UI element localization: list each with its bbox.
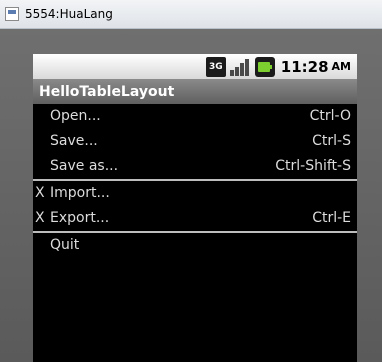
- window-title: 5554:HuaLang: [25, 7, 113, 21]
- menu-row-import[interactable]: X Import...: [33, 181, 357, 206]
- clock-time: 11:28: [280, 57, 329, 76]
- menu-row-export[interactable]: X Export... Ctrl-E: [33, 206, 357, 231]
- row-label: Import...: [50, 185, 110, 201]
- row-label: Export...: [50, 210, 110, 226]
- menu-row-open[interactable]: Open... Ctrl-O: [33, 104, 357, 129]
- signal-strength-icon: [229, 58, 249, 76]
- row-mark: X: [35, 185, 45, 201]
- device-screen: 3G 11:28 AM HelloTableLayout Open... Ctr…: [33, 54, 357, 362]
- menu-row-save-as[interactable]: Save as... Ctrl-Shift-S: [33, 154, 357, 179]
- table-layout-menu: Open... Ctrl-O Save... Ctrl-S Save as...…: [33, 104, 357, 258]
- status-bar: 3G 11:28 AM: [33, 54, 357, 79]
- menu-row-save[interactable]: Save... Ctrl-S: [33, 129, 357, 154]
- row-label: Quit: [50, 237, 80, 253]
- app-title-bar: HelloTableLayout: [33, 79, 357, 104]
- row-mark: X: [35, 210, 45, 226]
- row-label: Save...: [50, 133, 98, 149]
- clock-ampm: AM: [331, 60, 351, 73]
- row-shortcut: Ctrl-E: [312, 210, 351, 226]
- battery-icon: [254, 56, 275, 77]
- menu-row-quit[interactable]: Quit: [33, 233, 357, 258]
- row-label: Save as...: [50, 158, 119, 174]
- row-shortcut: Ctrl-Shift-S: [275, 158, 351, 174]
- row-label: Open...: [50, 108, 101, 124]
- app-window-icon: [5, 7, 19, 21]
- row-shortcut: Ctrl-O: [309, 108, 351, 124]
- app-title: HelloTableLayout: [39, 83, 175, 100]
- 3g-icon: 3G: [205, 56, 226, 77]
- window-titlebar[interactable]: 5554:HuaLang: [0, 0, 382, 29]
- row-shortcut: Ctrl-S: [312, 133, 351, 149]
